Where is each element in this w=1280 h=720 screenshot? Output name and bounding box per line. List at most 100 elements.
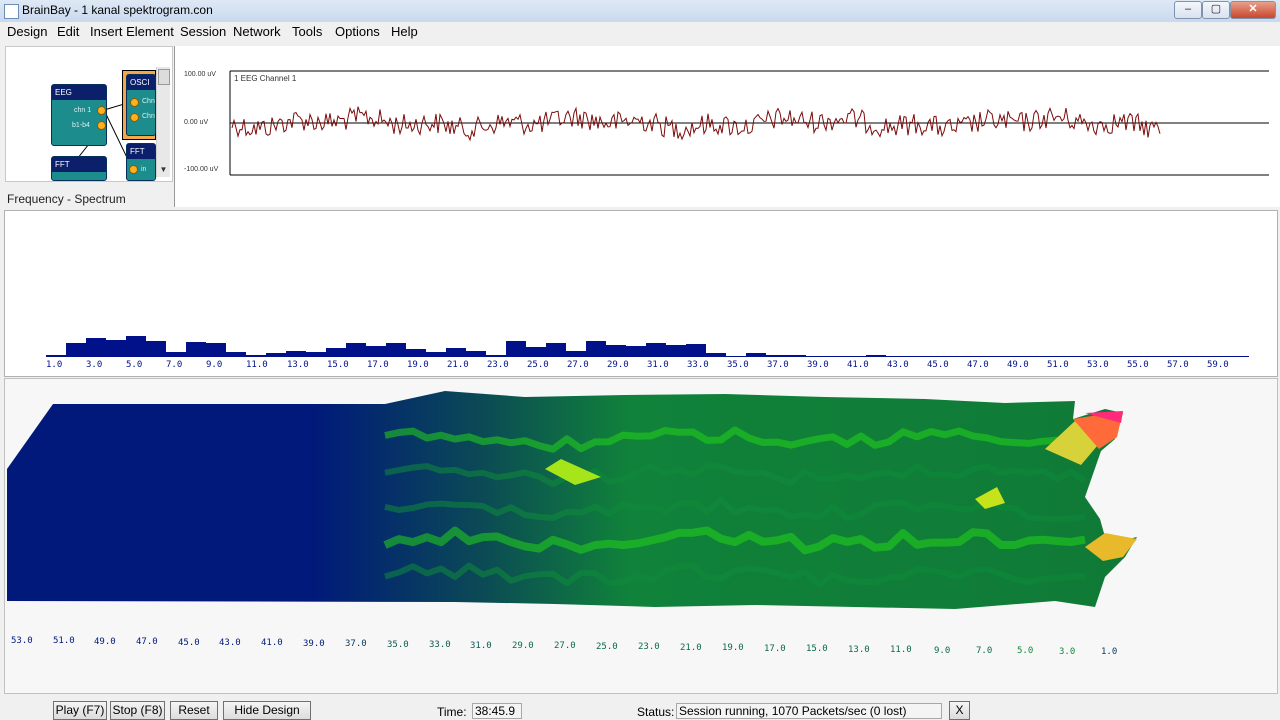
eeg-node[interactable]: EEG chn 1 b1-b4 xyxy=(51,84,107,146)
spectrum-bar xyxy=(186,342,206,357)
spectrum-tick: 9.0 xyxy=(206,360,223,370)
status-label: Status: xyxy=(637,705,675,719)
spectrum-bar xyxy=(746,353,766,357)
spectrum-tick: 27.0 xyxy=(567,360,589,370)
spectrogram-tick: 35.0 xyxy=(387,640,409,650)
spectrum-bar xyxy=(506,341,526,357)
spectrum-bar xyxy=(46,355,66,357)
spectrum-tick: 43.0 xyxy=(887,360,909,370)
spectrum-tick: 5.0 xyxy=(126,360,143,370)
spectrum-bar xyxy=(526,347,546,357)
eeg-out-port-1[interactable] xyxy=(97,106,106,115)
spectrum-tick: 13.0 xyxy=(287,360,309,370)
spectrum-bar xyxy=(546,343,566,357)
spectrum-bar xyxy=(786,355,806,357)
stop-button[interactable]: Stop (F8) xyxy=(110,701,165,720)
spectrum-bar xyxy=(306,352,326,357)
spectrogram-tick: 5.0 xyxy=(1017,646,1034,656)
spectrum-bar xyxy=(950,356,970,357)
osci-node[interactable]: OSCI Chn Chn xyxy=(126,74,156,136)
menu-network[interactable]: Network xyxy=(233,24,281,39)
spectrogram-tick: 43.0 xyxy=(219,638,241,648)
spectrum-tick: 7.0 xyxy=(166,360,183,370)
spectrum-tick: 41.0 xyxy=(847,360,869,370)
scroll-thumb[interactable] xyxy=(158,69,170,85)
spectrum-bar xyxy=(606,345,626,357)
spectrum-bar xyxy=(226,352,246,357)
eeg-port-b1b4-label: b1-b4 xyxy=(72,122,90,129)
spectrum-tick: 17.0 xyxy=(367,360,389,370)
spectrum-tick: 31.0 xyxy=(647,360,669,370)
spectrogram-tick: 31.0 xyxy=(470,641,492,651)
spectrum-bar xyxy=(646,343,666,357)
spectrum-tick: 53.0 xyxy=(1087,360,1109,370)
osci-ylabel-zero: 0.00 uV xyxy=(184,119,209,126)
close-session-button[interactable]: X xyxy=(949,701,970,720)
spectrogram-tick: 39.0 xyxy=(303,639,325,649)
spectrum-panel: 1.0 3.0 5.0 7.0 9.0 11.0 13.0 15.0 17.0 … xyxy=(4,210,1278,377)
menu-help[interactable]: Help xyxy=(391,24,418,39)
spectrum-tick: 19.0 xyxy=(407,360,429,370)
spectrum-bar xyxy=(406,349,426,357)
spectrum-tick: 59.0 xyxy=(1207,360,1229,370)
fft-node-2[interactable]: FFT xyxy=(51,156,107,181)
spectrogram-tick: 19.0 xyxy=(722,643,744,653)
spectrum-tick: 39.0 xyxy=(807,360,829,370)
osci-in-port-2[interactable] xyxy=(130,113,139,122)
spectrogram-tick: 33.0 xyxy=(429,640,451,650)
reset-button[interactable]: Reset xyxy=(170,701,218,720)
osci-node-title: OSCI xyxy=(127,75,155,90)
hide-design-button[interactable]: Hide Design xyxy=(223,701,311,720)
fft-port-in-label: in xyxy=(141,166,147,173)
menu-tools[interactable]: Tools xyxy=(292,24,322,39)
spectrogram-tick: 7.0 xyxy=(976,646,993,656)
spectrogram-tick: 41.0 xyxy=(261,638,283,648)
spectrum-bar xyxy=(286,351,306,357)
spectrum-bar xyxy=(486,355,506,357)
spectrum-tick: 29.0 xyxy=(607,360,629,370)
spectrogram-tick: 37.0 xyxy=(345,639,367,649)
spectrogram-tick: 47.0 xyxy=(136,637,158,647)
spectrum-bar xyxy=(1006,356,1026,357)
design-scrollbar[interactable]: ▲ ▼ xyxy=(156,67,170,177)
menu-options[interactable]: Options xyxy=(335,24,380,39)
spectrum-bar xyxy=(326,348,346,357)
play-button[interactable]: Play (F7) xyxy=(53,701,107,720)
spectrum-bar xyxy=(706,353,726,357)
spectrogram-tick: 23.0 xyxy=(638,642,660,652)
spectrum-tick: 47.0 xyxy=(967,360,989,370)
spectrum-bar xyxy=(166,352,186,357)
scroll-down-icon[interactable]: ▼ xyxy=(157,164,170,176)
spectrogram-panel: 53.0 51.0 49.0 47.0 45.0 43.0 41.0 39.0 … xyxy=(4,378,1278,694)
fft-node[interactable]: FFT in xyxy=(126,143,156,181)
spectrum-bar xyxy=(866,355,886,357)
spectrogram-tick: 45.0 xyxy=(178,638,200,648)
osci-in-port-1[interactable] xyxy=(130,98,139,107)
spectrum-bar xyxy=(386,343,406,357)
spectrogram-tick: 1.0 xyxy=(1101,647,1118,657)
spectrum-bar xyxy=(346,343,366,357)
spectrum-bar xyxy=(206,343,226,357)
spectrum-bar xyxy=(1026,356,1046,357)
fft-in-port[interactable] xyxy=(129,165,138,174)
spectrum-bar xyxy=(1066,356,1086,357)
spectrum-tick: 51.0 xyxy=(1047,360,1069,370)
spectrum-bar xyxy=(986,356,1006,357)
minimize-button[interactable]: – xyxy=(1174,1,1202,19)
status-display: Session running, 1070 Packets/sec (0 los… xyxy=(676,703,942,719)
spectrum-tick: 55.0 xyxy=(1127,360,1149,370)
spectrum-tick: 35.0 xyxy=(727,360,749,370)
spectrogram-tick: 13.0 xyxy=(848,645,870,655)
osci-channel-label: 1 EEG Channel 1 xyxy=(234,74,297,83)
spectrogram-tick: 3.0 xyxy=(1059,647,1076,657)
maximize-button[interactable]: ▢ xyxy=(1202,1,1230,19)
osci-ylabel-top: 100.00 uV xyxy=(184,71,216,78)
spectrum-bar xyxy=(846,356,866,357)
time-label: Time: xyxy=(437,705,467,719)
spectrogram-tick: 21.0 xyxy=(680,643,702,653)
spectrum-bar xyxy=(246,355,266,357)
close-window-button[interactable]: ✕ xyxy=(1230,1,1276,19)
menu-session[interactable]: Session xyxy=(180,24,226,39)
spectrum-bar xyxy=(586,341,606,357)
eeg-out-port-2[interactable] xyxy=(97,121,106,130)
